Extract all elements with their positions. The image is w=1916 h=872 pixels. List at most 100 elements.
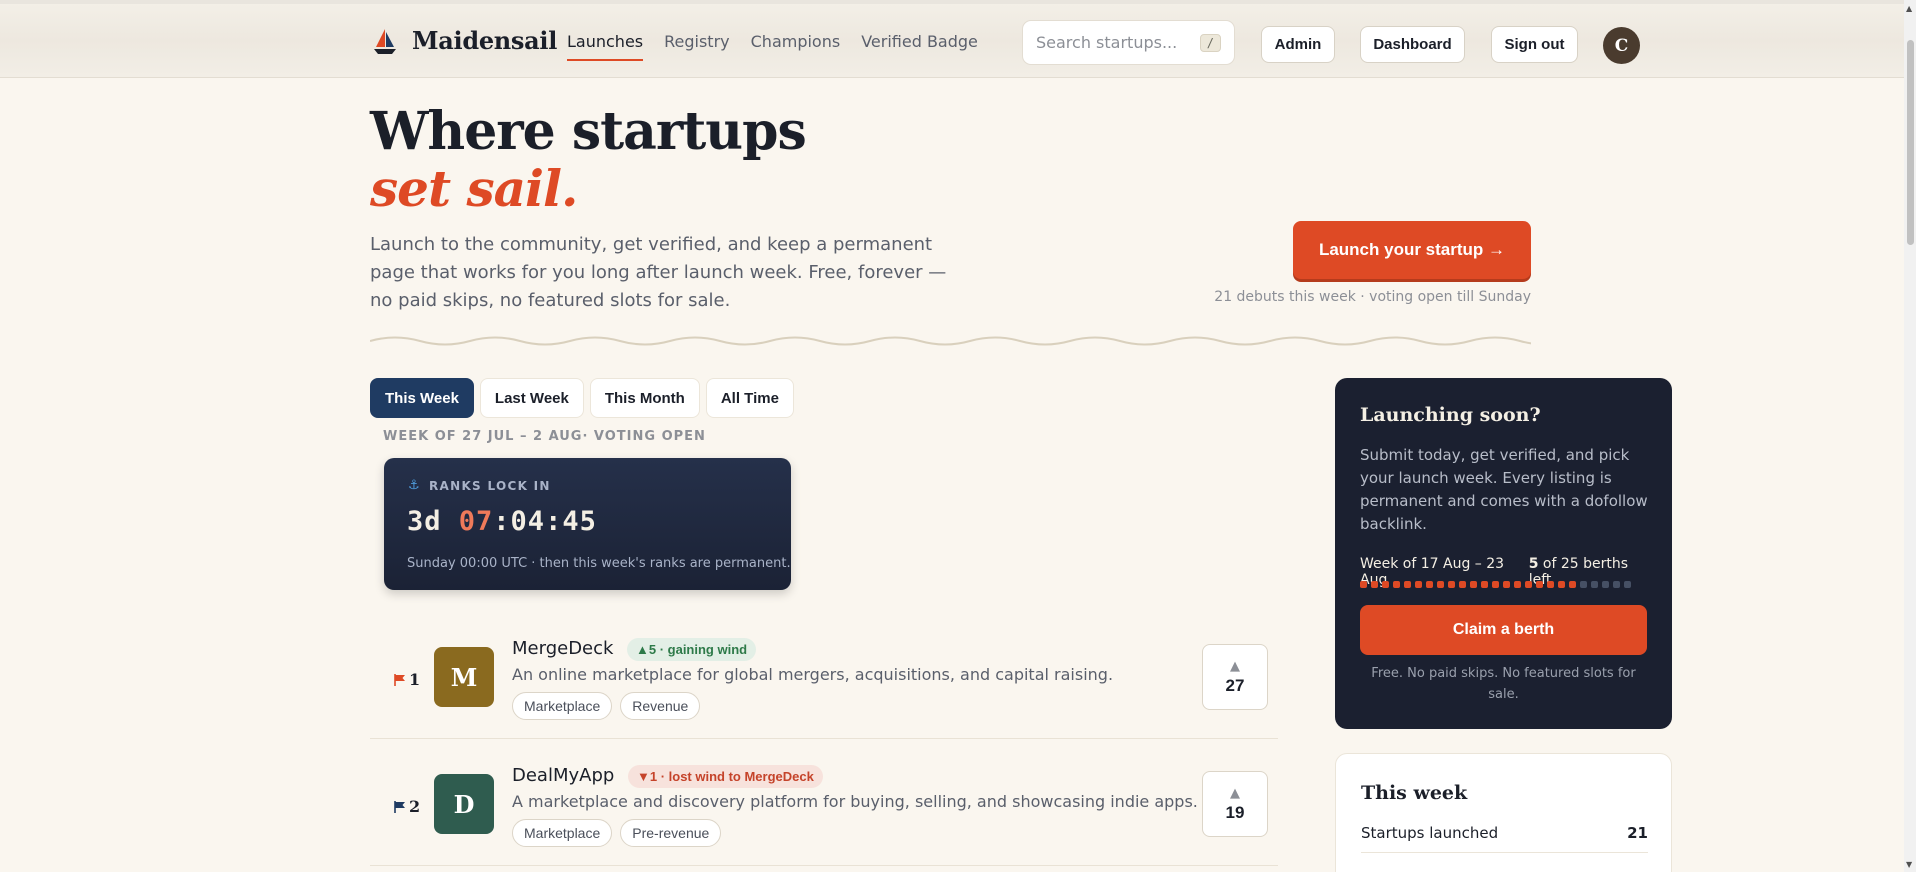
berth-taken	[1492, 581, 1499, 588]
rank: 1	[394, 670, 420, 689]
scroll-down-icon[interactable]: ▼	[1906, 860, 1912, 869]
stat-value: 21	[1627, 824, 1648, 842]
berth-taken	[1525, 581, 1532, 588]
nav-registry[interactable]: Registry	[664, 32, 730, 61]
this-week-stats: This week Startups launched 21	[1335, 753, 1672, 872]
tab-all-time[interactable]: All Time	[705, 378, 794, 418]
tag-chip[interactable]: Revenue	[620, 692, 701, 720]
momentum-badge: ▼1 · lost wind to MergeDeck	[628, 765, 823, 788]
admin-button[interactable]: Admin	[1261, 26, 1335, 63]
dashboard-button[interactable]: Dashboard	[1360, 26, 1465, 63]
tag-chip[interactable]: Marketplace	[512, 692, 613, 720]
berth-taken	[1547, 581, 1554, 588]
sign-out-button[interactable]: Sign out	[1491, 26, 1578, 63]
berth-free	[1591, 581, 1598, 588]
berth-taken	[1360, 581, 1367, 588]
anchor-icon: ⚓	[408, 478, 421, 493]
tab-last-week[interactable]: Last Week	[479, 378, 584, 418]
startup-description: A marketplace and discovery platform for…	[512, 792, 1198, 811]
brand-name: Maidensail	[412, 26, 558, 55]
rank-number: 1	[409, 670, 421, 689]
rank-number: 2	[409, 797, 421, 816]
momentum-badge: ▲5 · gaining wind	[627, 638, 757, 661]
search-shortcut-key: /	[1199, 33, 1221, 52]
stats-title: This week	[1361, 782, 1468, 804]
nav-launches[interactable]: Launches	[567, 32, 644, 61]
launch-startup-button[interactable]: Launch your startup →	[1293, 221, 1531, 279]
panel-title: Launching soon?	[1360, 404, 1541, 426]
brand[interactable]: Maidensail	[372, 26, 557, 55]
flag-icon	[394, 800, 405, 813]
launch-row[interactable]: 2 D DealMyApp ▼1 · lost wind to MergeDec…	[370, 741, 1278, 866]
berth-taken	[1514, 581, 1521, 588]
berth-free	[1580, 581, 1587, 588]
search-placeholder: Search startups...	[1036, 33, 1178, 52]
top-bar: Maidensail Launches Registry Champions V…	[0, 0, 1904, 78]
upvote-count: 27	[1225, 675, 1245, 695]
berth-taken	[1503, 581, 1510, 588]
upvote-count: 19	[1225, 802, 1245, 822]
berth-free	[1602, 581, 1609, 588]
countdown-label: RANKS LOCK IN	[428, 478, 551, 493]
countdown-card: ⚓ RANKS LOCK IN 3d 07:04:45 Sunday 00:00…	[384, 458, 791, 590]
countdown-rest: :04:45	[493, 506, 597, 537]
startup-logo[interactable]: M	[434, 647, 494, 707]
countdown-hours: 07	[458, 506, 494, 537]
berth-taken	[1459, 581, 1466, 588]
berth-taken	[1481, 581, 1488, 588]
berth-taken	[1426, 581, 1433, 588]
week-label: WEEK OF 27 JUL – 2 AUG· VOTING OPEN	[383, 429, 706, 444]
scroll-up-icon[interactable]: ▲	[1906, 4, 1912, 13]
tag-chip[interactable]: Pre-revenue	[620, 819, 722, 847]
berth-taken	[1415, 581, 1422, 588]
startup-name[interactable]: MergeDeck	[512, 638, 613, 659]
berth-taken	[1404, 581, 1411, 588]
page-scrollbar[interactable]: ▲ ▼	[1904, 0, 1916, 872]
hero-description: Launch to the community, get verified, a…	[370, 234, 947, 311]
nav-verified-badge[interactable]: Verified Badge	[861, 32, 978, 61]
tag-chip[interactable]: Marketplace	[512, 819, 613, 847]
upvote-arrow-icon: ▲	[1230, 785, 1240, 801]
countdown-days: 3d	[407, 506, 442, 537]
wave-divider	[370, 336, 1531, 346]
launching-soon-panel: Launching soon? Submit today, get verifi…	[1335, 378, 1672, 729]
launch-row[interactable]: 1 M MergeDeck ▲5 · gaining wind An onlin…	[370, 614, 1278, 739]
avatar[interactable]: C	[1603, 27, 1640, 64]
nav-champions[interactable]: Champions	[751, 32, 841, 61]
claim-berth-button[interactable]: Claim a berth	[1360, 605, 1647, 655]
countdown-label-row: ⚓ RANKS LOCK IN	[408, 478, 551, 493]
startup-description: An online marketplace for global mergers…	[512, 665, 1114, 684]
berth-taken	[1393, 581, 1400, 588]
search-input[interactable]: Search startups... /	[1022, 20, 1235, 65]
berth-free	[1624, 581, 1631, 588]
main-nav: Launches Registry Champions Verified Bad…	[567, 32, 978, 61]
cta-note: 21 debuts this week · voting open till S…	[1214, 289, 1531, 305]
countdown-value: 3d 07:04:45	[407, 506, 597, 537]
panel-description: Submit today, get verified, and pick you…	[1360, 446, 1648, 533]
upvote-button[interactable]: ▲ 27	[1202, 644, 1268, 710]
tab-this-week[interactable]: This Week	[370, 378, 474, 418]
stat-label: Startups launched	[1361, 824, 1499, 842]
upvote-arrow-icon: ▲	[1230, 658, 1240, 674]
countdown-note: Sunday 00:00 UTC · then this week's rank…	[407, 556, 791, 571]
scroll-thumb[interactable]	[1907, 40, 1914, 245]
berth-taken	[1558, 581, 1565, 588]
startup-name[interactable]: DealMyApp	[512, 765, 614, 786]
tag-list: Marketplace Pre-revenue	[512, 819, 722, 847]
panel-note: Free. No paid skips. No featured slots f…	[1371, 666, 1636, 702]
hero-title: Where startups	[370, 101, 807, 162]
berth-free	[1613, 581, 1620, 588]
rank: 2	[394, 797, 420, 816]
berth-taken	[1437, 581, 1444, 588]
tag-list: Marketplace Revenue	[512, 692, 701, 720]
tab-this-month[interactable]: This Month	[589, 378, 700, 418]
stat-row: Startups launched 21	[1361, 824, 1648, 853]
berth-taken	[1569, 581, 1576, 588]
berth-taken	[1448, 581, 1455, 588]
upvote-button[interactable]: ▲ 19	[1202, 771, 1268, 837]
berth-meter	[1360, 581, 1631, 588]
startup-logo[interactable]: D	[434, 774, 494, 834]
berth-taken	[1382, 581, 1389, 588]
sailboat-icon	[374, 28, 396, 54]
berth-taken	[1536, 581, 1543, 588]
